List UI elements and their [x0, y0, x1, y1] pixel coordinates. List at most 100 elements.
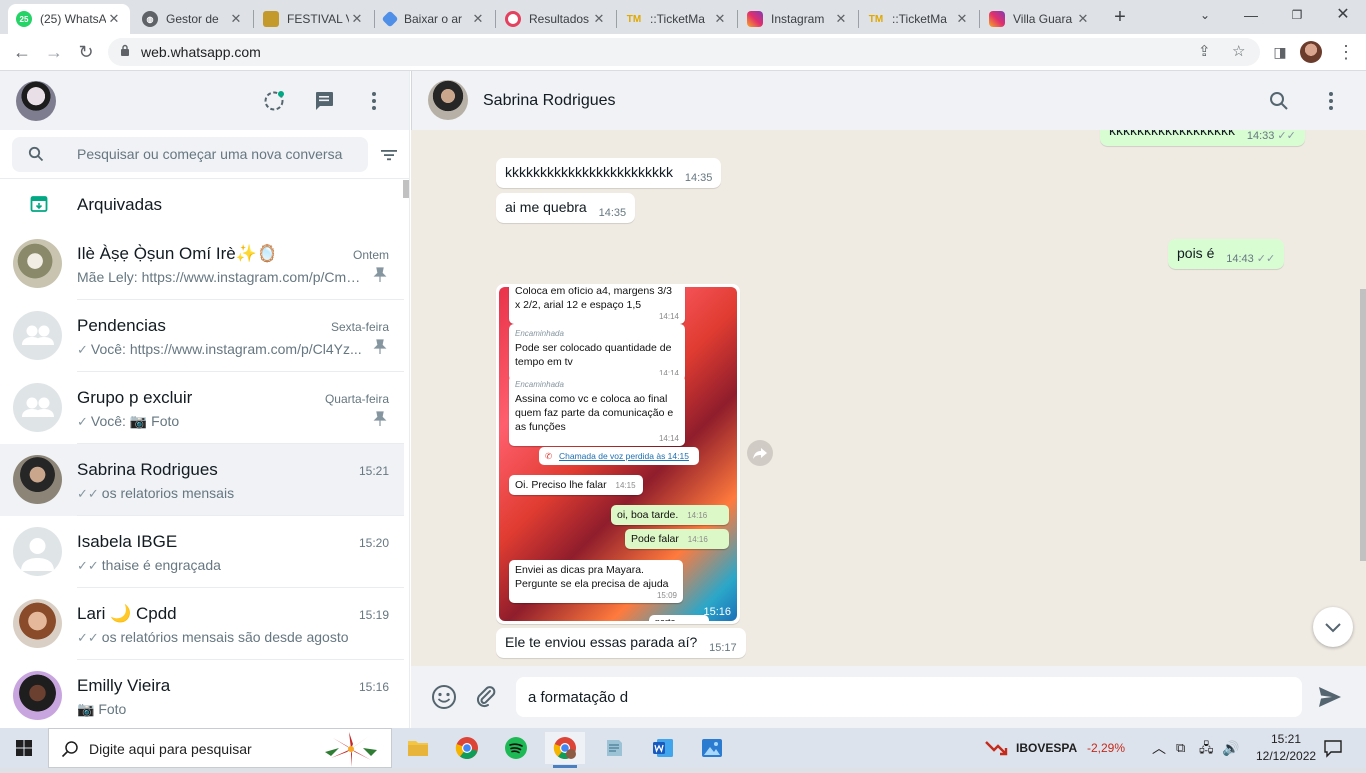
chat-name: Grupo p excluir	[77, 388, 193, 407]
file-explorer-taskbar-button[interactable]	[398, 732, 438, 764]
message-input[interactable]	[516, 677, 1302, 717]
screenshot-bubble: Encaminhada Pode ser colocado quantidade…	[509, 324, 685, 381]
chrome-profile-taskbar-button[interactable]	[545, 732, 585, 768]
browser-menu-icon[interactable]: ⋮	[1332, 38, 1360, 66]
side-panel-icon[interactable]: ◨	[1266, 38, 1294, 66]
new-chat-icon[interactable]	[312, 89, 336, 113]
tab-gestor[interactable]: ◍ Gestor de ✕	[134, 4, 252, 34]
chat-item[interactable]: Pendencias Sexta-feira ✓ Você: https://ww…	[0, 300, 404, 372]
tab-ticketmaster-2[interactable]: TM ::TicketMa ✕	[860, 4, 978, 34]
bookmark-star-icon[interactable]: ☆	[1232, 38, 1245, 66]
chat-item[interactable]: Grupo p excluir Quarta-feira ✓ Você: 📷 Fo…	[0, 372, 404, 444]
volume-icon[interactable]: 🔊	[1222, 728, 1239, 768]
tab-baixar[interactable]: Baixar o ar ✕	[376, 4, 494, 34]
word-taskbar-button[interactable]	[643, 732, 683, 764]
chat-avatar	[13, 671, 62, 720]
chrome-taskbar-button[interactable]	[447, 732, 487, 764]
chat-preview-text: thaise é engraçada	[101, 557, 221, 573]
my-profile-avatar[interactable]	[16, 81, 56, 121]
chat-time: 15:21	[358, 464, 389, 478]
chat-item-selected[interactable]: Sabrina Rodrigues 15:21 ✓✓ os relatorios …	[0, 444, 404, 516]
chat-item[interactable]: Ilè Àṣẹ Ọ̀ṣun Omí Irè✨🪞 Ontem Mãe Lely: …	[0, 228, 404, 300]
photos-taskbar-button[interactable]	[692, 732, 732, 764]
send-icon[interactable]	[1317, 685, 1343, 709]
message-input-box[interactable]	[516, 677, 1302, 717]
meet-now-icon[interactable]: ⧉	[1176, 728, 1185, 768]
close-tab-icon[interactable]: ✕	[954, 11, 970, 27]
tab-whatsapp[interactable]: 25 (25) WhatsApp ✕	[8, 4, 130, 34]
close-tab-icon[interactable]: ✕	[470, 11, 486, 27]
status-icon[interactable]	[262, 89, 286, 113]
archived-chats-row[interactable]: Arquivadas	[0, 180, 404, 230]
message-incoming[interactable]: ai me quebra 14:35	[496, 193, 636, 223]
tab-villa-guara[interactable]: Villa Guara ✕	[981, 4, 1099, 34]
forward-media-button[interactable]	[747, 440, 773, 466]
conversation-header[interactable]: Sabrina Rodrigues	[411, 71, 1366, 130]
taskbar-search-box[interactable]: Digite aqui para pesquisar	[48, 728, 392, 768]
contact-name[interactable]: Sabrina Rodrigues	[483, 71, 616, 130]
close-tab-icon[interactable]: ✕	[349, 11, 365, 27]
screenshot-text: Oi. Preciso lhe falar	[515, 479, 607, 491]
stock-label[interactable]: IBOVESPA	[1016, 728, 1077, 768]
forward-button[interactable]: →	[40, 38, 68, 66]
read-receipt-icon: ✓	[77, 414, 88, 429]
menu-icon[interactable]	[362, 89, 386, 113]
minimize-button[interactable]: —	[1228, 0, 1274, 30]
tab-instagram[interactable]: Instagram ✕	[739, 4, 857, 34]
close-tab-icon[interactable]: ✕	[833, 11, 849, 27]
reload-button[interactable]: ↻	[72, 38, 100, 66]
profile-avatar[interactable]	[1300, 41, 1322, 63]
tab-search-button[interactable]: ⌄	[1182, 0, 1228, 30]
notes-taskbar-button[interactable]	[594, 732, 634, 764]
message-incoming[interactable]: Ele te enviou essas parada aí? 15:17	[496, 628, 746, 658]
chat-item[interactable]: Emilly Vieira 15:16 📷 Foto	[0, 660, 404, 728]
person-icon	[21, 538, 54, 571]
close-tab-icon[interactable]: ✕	[228, 11, 244, 27]
tab-ticketmaster-1[interactable]: TM ::TicketMa ✕	[618, 4, 736, 34]
sidebar-scrollbar[interactable]	[403, 180, 409, 198]
close-tab-icon[interactable]: ✕	[591, 11, 607, 27]
back-button[interactable]: ←	[8, 38, 36, 66]
poinsettia-icon	[325, 732, 377, 767]
chat-screenshot-image[interactable]: Coloca em ofício a4, margens 3/3 x 2/2, …	[499, 287, 737, 621]
search-placeholder: Pesquisar ou começar uma nova conversa	[77, 146, 343, 162]
network-icon[interactable]: 🖧	[1199, 728, 1214, 768]
chat-search-input[interactable]: Pesquisar ou começar uma nova conversa	[12, 137, 368, 172]
image-message[interactable]: Coloca em ofício a4, margens 3/3 x 2/2, …	[496, 284, 740, 624]
tab-festival[interactable]: FESTIVAL V ✕	[255, 4, 373, 34]
conversation-scrollbar[interactable]	[1360, 289, 1366, 561]
contact-avatar[interactable]	[428, 80, 468, 120]
tab-resultados[interactable]: Resultados ✕	[497, 4, 615, 34]
close-tab-icon[interactable]: ✕	[712, 11, 728, 27]
spotify-taskbar-button[interactable]	[496, 732, 536, 764]
chat-name: Sabrina Rodrigues	[77, 460, 218, 479]
message-composer-bar	[411, 666, 1366, 728]
conversation-menu-icon[interactable]	[1319, 89, 1343, 113]
scroll-to-bottom-button[interactable]	[1313, 607, 1353, 647]
start-button[interactable]	[0, 728, 48, 768]
close-window-button[interactable]: ✕	[1320, 0, 1366, 30]
address-bar[interactable]: web.whatsapp.com ⇪ ☆	[108, 38, 1260, 66]
search-messages-icon[interactable]	[1269, 91, 1289, 111]
message-incoming[interactable]: kkkkkkkkkkkkkkkkkkkkkkkk 14:35	[496, 158, 722, 188]
taskbar-clock[interactable]: 15:21 12/12/2022	[1256, 731, 1316, 765]
close-tab-icon[interactable]: ✕	[106, 11, 122, 27]
chat-item[interactable]: Isabela IBGE 15:20 ✓✓ thaise é engraçada	[0, 516, 404, 588]
message-outgoing[interactable]: pois é 14:43 ✓✓	[1168, 239, 1285, 269]
restore-button[interactable]: ❐	[1274, 0, 1320, 30]
share-icon[interactable]: ⇪	[1198, 38, 1211, 66]
new-tab-button[interactable]: +	[1108, 6, 1132, 30]
notification-center-icon[interactable]	[1323, 738, 1343, 758]
screenshot-bubble-outgoing: Pode falar 14:16	[625, 529, 729, 549]
chat-name: Emilly Vieira	[77, 676, 171, 695]
whatsapp-favicon-icon: 25	[16, 11, 32, 27]
show-hidden-icons-chevron-icon[interactable]: ︿	[1152, 728, 1166, 768]
filter-icon[interactable]	[378, 144, 400, 166]
attach-icon[interactable]	[473, 684, 499, 710]
close-tab-icon[interactable]: ✕	[1075, 11, 1091, 27]
globe-icon: ◍	[142, 11, 158, 27]
screenshot-bubble: Coloca em ofício a4, margens 3/3 x 2/2, …	[509, 287, 685, 324]
chat-item[interactable]: Lari 🌙 Cpdd 15:19 ✓✓ os relatórios mensai…	[0, 588, 404, 660]
chat-preview-text: Você: https://www.instagram.com/p/Cl4Yz.…	[90, 341, 362, 357]
emoji-icon[interactable]	[431, 684, 457, 710]
